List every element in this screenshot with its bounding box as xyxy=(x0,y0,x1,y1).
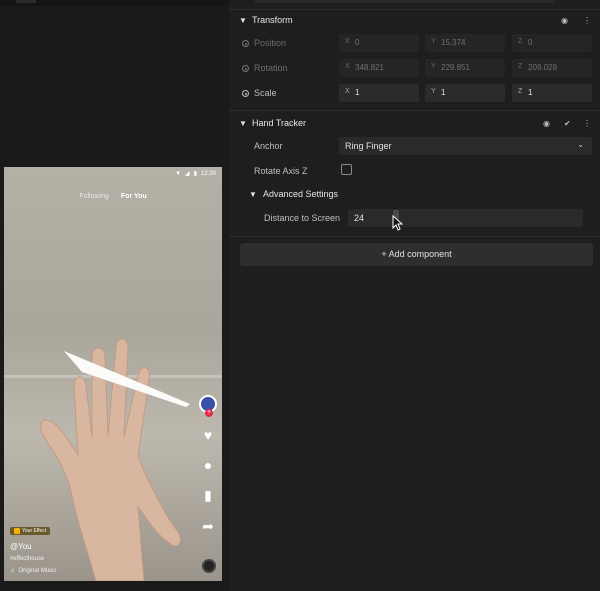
caret-down-icon[interactable]: ▼ xyxy=(249,190,257,199)
position-x-field[interactable]: X0 xyxy=(339,34,419,52)
anchor-row: Anchor Ring Finger ⌄ xyxy=(229,137,600,157)
username[interactable]: @You xyxy=(10,542,32,551)
more-icon[interactable]: ⋮ xyxy=(583,119,591,128)
caret-down-icon[interactable]: ▼ xyxy=(239,119,247,128)
rotation-z-field[interactable]: Z 209.029 xyxy=(512,59,592,77)
position-z-field[interactable]: Z0 xyxy=(512,34,592,52)
distance-value: 24 xyxy=(354,213,365,223)
scale-x-field[interactable]: X1 xyxy=(339,84,419,102)
position-row: Position X0 Y 15.374 Z0 xyxy=(229,34,600,54)
more-icon[interactable]: ⋮ xyxy=(583,16,591,25)
distance-row: Distance to Screen 24 xyxy=(229,209,600,229)
rotation-row: Rotation X 348.821 Y 229.851 Z 209.029 xyxy=(229,59,600,79)
effect-icon xyxy=(14,528,20,534)
inspector-panel: ▼ Transform ◉ ⋮ Position X0 Y 15.374 Z0 R… xyxy=(229,0,600,591)
hashtag[interactable]: #effecthouse xyxy=(10,556,44,562)
advanced-settings-header[interactable]: ▼ Advanced Settings xyxy=(229,184,600,204)
music-label: Original Music xyxy=(18,568,57,574)
avatar[interactable]: + xyxy=(199,395,217,417)
effect-badge[interactable]: Your Effect xyxy=(10,527,51,535)
rotate-axis-checkbox[interactable] xyxy=(341,164,352,175)
effect-badge-label: Your Effect xyxy=(22,528,47,534)
chevron-down-icon: ⌄ xyxy=(577,140,584,149)
rotate-axis-row: Rotate Axis Z xyxy=(229,162,600,182)
enabled-check-icon[interactable]: ✔ xyxy=(564,119,571,128)
heart-icon[interactable]: ♥ xyxy=(204,427,212,443)
section-divider xyxy=(229,110,600,111)
scale-y-field[interactable]: Y1 xyxy=(425,84,505,102)
advanced-settings-title: Advanced Settings xyxy=(263,189,339,199)
keyframe-dot-icon[interactable] xyxy=(242,40,249,47)
caret-down-icon[interactable]: ▼ xyxy=(239,16,247,25)
bookmark-icon[interactable]: ▮ xyxy=(204,487,212,504)
music-disc-icon[interactable] xyxy=(202,559,216,573)
music-line[interactable]: ♫ Original Music xyxy=(10,568,57,574)
transform-title: Transform xyxy=(252,15,293,25)
keyframe-dot-icon[interactable] xyxy=(242,90,249,97)
anchor-label: Anchor xyxy=(254,141,283,151)
rotation-x-field[interactable]: X 348.821 xyxy=(339,59,419,77)
share-icon[interactable]: ➦ xyxy=(202,518,214,535)
position-y-field[interactable]: Y 15.374 xyxy=(425,34,505,52)
distance-field[interactable]: 24 xyxy=(348,209,583,227)
tab-stub[interactable] xyxy=(16,0,36,3)
target-icon[interactable]: ◉ xyxy=(561,16,568,25)
anchor-value: Ring Finger xyxy=(345,141,392,151)
paper-effect xyxy=(64,351,190,407)
rotation-y-field[interactable]: Y 229.851 xyxy=(425,59,505,77)
transform-header[interactable]: ▼ Transform ◉ ⋮ xyxy=(229,10,600,30)
rotation-label: Rotation xyxy=(254,63,288,73)
panel-top-edge xyxy=(229,0,600,10)
section-divider xyxy=(229,236,600,237)
position-label: Position xyxy=(254,38,287,48)
music-note-icon: ♫ xyxy=(10,568,15,574)
add-component-button[interactable]: + Add component xyxy=(240,243,593,266)
hand-tracker-title: Hand Tracker xyxy=(252,118,307,128)
follow-plus-icon[interactable]: + xyxy=(205,409,213,417)
hand-tracker-header[interactable]: ▼ Hand Tracker ◉ ✔ ⋮ xyxy=(229,113,600,133)
rotate-axis-label: Rotate Axis Z xyxy=(254,166,308,176)
anchor-select[interactable]: Ring Finger ⌄ xyxy=(339,137,592,155)
scale-z-field[interactable]: Z1 xyxy=(512,84,592,102)
action-rail: + ♥ ● ▮ ➦ xyxy=(198,395,218,535)
scale-label: Scale xyxy=(254,88,277,98)
target-icon[interactable]: ◉ xyxy=(543,119,550,128)
comment-icon[interactable]: ● xyxy=(204,457,212,473)
top-strip xyxy=(0,0,229,6)
scroll-stub xyxy=(255,0,555,3)
distance-label: Distance to Screen xyxy=(264,213,341,223)
phone-preview[interactable]: ▼ ◢ ▮ 12:30 Following For You + ♥ ● ▮ ➦ … xyxy=(4,167,222,581)
keyframe-dot-icon[interactable] xyxy=(242,65,249,72)
mouse-cursor-icon xyxy=(392,215,404,231)
scale-row: Scale X1 Y1 Z1 xyxy=(229,84,600,104)
